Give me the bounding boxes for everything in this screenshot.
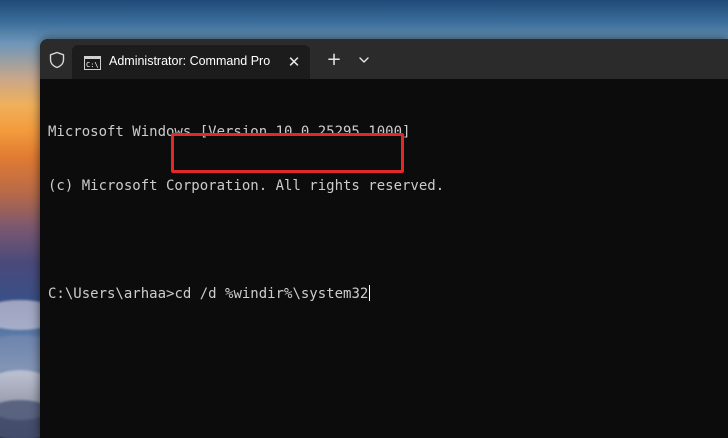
shield-icon <box>48 51 66 69</box>
tab-title: Administrator: Command Pro <box>109 54 271 68</box>
command-line: C:\Users\arhaa>cd /d %windir%\system32 <box>48 285 728 303</box>
new-tab-button[interactable]: + <box>324 50 344 70</box>
command-input[interactable]: cd /d %windir%\system32 <box>174 286 368 302</box>
svg-text:C:\: C:\ <box>86 61 99 69</box>
tab-bar: C:\ Administrator: Command Pro ✕ + <box>40 39 728 79</box>
terminal-window[interactable]: C:\ Administrator: Command Pro ✕ + Micro… <box>40 39 728 438</box>
close-tab-button[interactable]: ✕ <box>284 52 304 72</box>
desktop-wallpaper: C:\ Administrator: Command Pro ✕ + Micro… <box>0 0 728 438</box>
prompt-text: C:\Users\arhaa> <box>48 286 175 302</box>
text-cursor <box>369 285 371 301</box>
tab-command-prompt[interactable]: C:\ Administrator: Command Pro ✕ <box>72 45 310 79</box>
chevron-down-icon[interactable] <box>354 50 374 70</box>
console-line: (c) Microsoft Corporation. All rights re… <box>48 178 445 194</box>
cmd-icon: C:\ <box>84 55 101 70</box>
command-highlight-box <box>171 133 404 173</box>
